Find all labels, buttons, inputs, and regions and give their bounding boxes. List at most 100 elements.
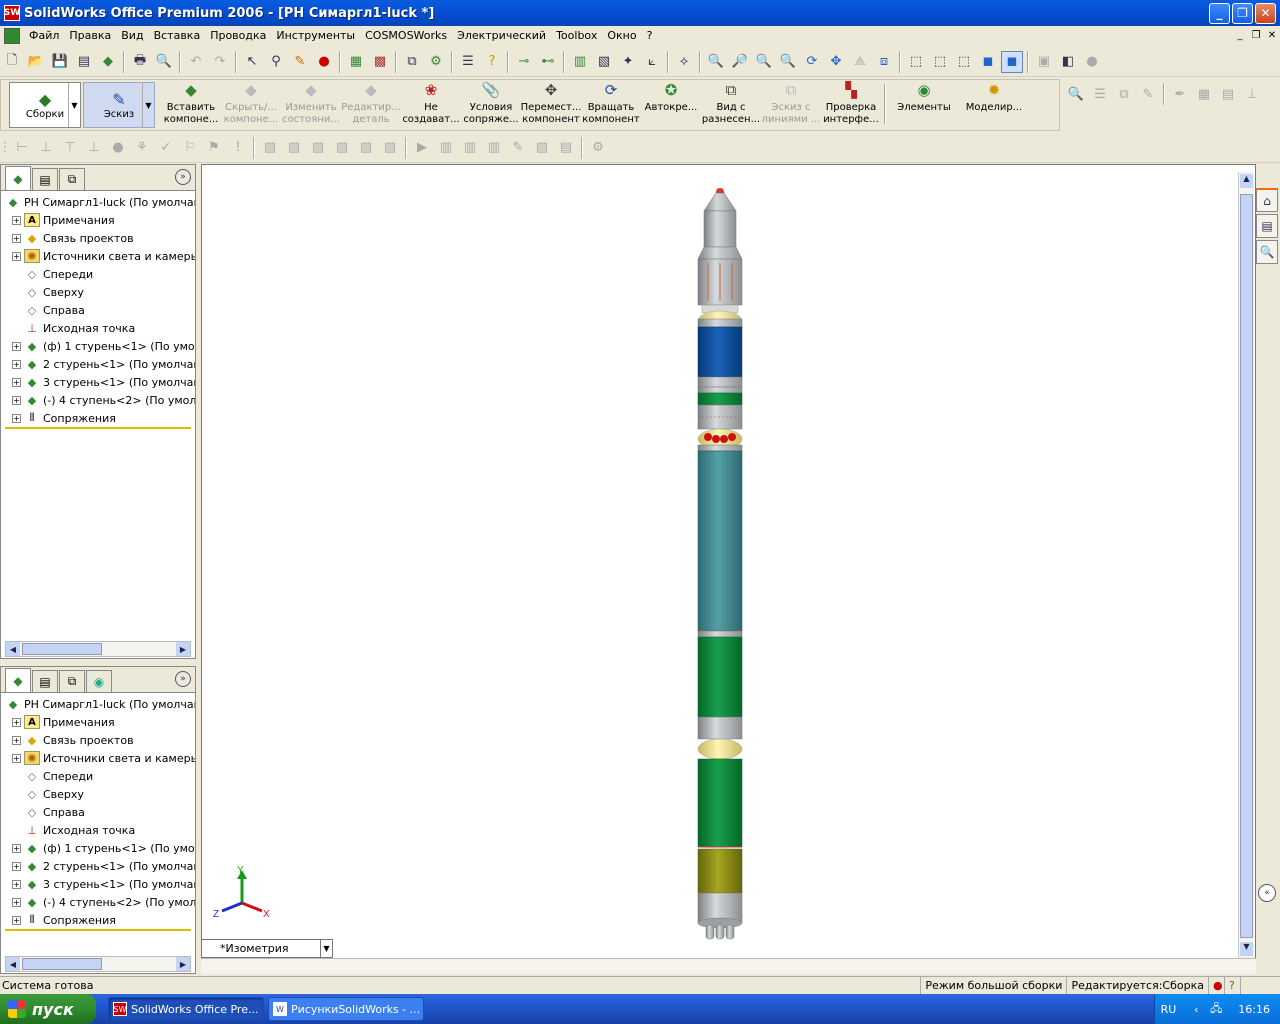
drawing-view-4-icon[interactable]: ▧ bbox=[331, 137, 353, 159]
print-icon[interactable]: 🖶 bbox=[129, 51, 151, 73]
expand-icon[interactable]: + bbox=[12, 735, 21, 745]
menu-routing[interactable]: Проводка bbox=[205, 29, 271, 42]
dimension-ordinate-icon[interactable]: ⊥ bbox=[83, 137, 105, 159]
menu-tools[interactable]: Инструменты bbox=[271, 29, 360, 42]
stage-4-ring[interactable] bbox=[697, 386, 743, 394]
document-icon[interactable] bbox=[4, 27, 20, 44]
tree-item-mates[interactable]: + ⫴ Сопряжения bbox=[1, 409, 195, 427]
expand-icon[interactable]: + bbox=[12, 717, 21, 727]
mate-button[interactable]: 📎 Условия сопряже... bbox=[461, 80, 521, 128]
dimension-icon[interactable]: ⊢ bbox=[11, 137, 33, 159]
scroll-down-icon[interactable]: ▼ bbox=[1240, 942, 1253, 956]
scroll-thumb[interactable] bbox=[22, 958, 102, 970]
menu-electrical[interactable]: Электрический bbox=[452, 29, 551, 42]
expand-icon[interactable]: + bbox=[12, 341, 21, 351]
balloon-icon[interactable]: ⚐ bbox=[179, 137, 201, 159]
tree-item-stage-2[interactable]: + ◆ 2 стурень<1> (По умолчани bbox=[1, 857, 195, 875]
list-icon[interactable]: ☰ bbox=[1089, 83, 1111, 105]
tab-sketch[interactable]: ✎ Эскиз ▼ bbox=[83, 82, 155, 128]
tree-item-right-plane[interactable]: ◇ Справа bbox=[1, 803, 195, 821]
tree-item-design-binder[interactable]: + ◆ Связь проектов bbox=[1, 731, 195, 749]
menu-view[interactable]: Вид bbox=[116, 29, 148, 42]
menu-edit[interactable]: Правка bbox=[64, 29, 116, 42]
stamp-icon[interactable]: ⊥ bbox=[1241, 83, 1263, 105]
engine-nozzle[interactable] bbox=[720, 435, 728, 443]
configuration-icon[interactable]: ⧉ bbox=[401, 51, 423, 73]
maximize-button[interactable]: ❐ bbox=[1232, 2, 1253, 24]
tree-item-stage-4[interactable]: + ◆ (-) 4 ступень<2> (По умолча bbox=[1, 893, 195, 911]
expand-icon[interactable]: + bbox=[12, 377, 21, 387]
view-3d-icon[interactable]: ⟁ bbox=[849, 51, 871, 73]
tray-expand-icon[interactable]: ‹ bbox=[1188, 1001, 1204, 1017]
engine-nozzle[interactable] bbox=[728, 433, 736, 441]
brick-icon[interactable]: ▩ bbox=[369, 51, 391, 73]
tree-item-stage-1[interactable]: + ◆ (ф) 1 стурень<1> (По умолч bbox=[1, 337, 195, 355]
section-view-icon[interactable]: ◧ bbox=[1057, 51, 1079, 73]
undo-icon[interactable]: ↶ bbox=[185, 51, 207, 73]
wizard-icon[interactable]: ✦ bbox=[617, 51, 639, 73]
paint-icon[interactable]: ▨ bbox=[531, 137, 553, 159]
print-preview-icon[interactable]: ▤ bbox=[73, 51, 95, 73]
no-external-refs-button[interactable]: ❀ Не создават... bbox=[401, 80, 461, 128]
bottom-nozzle[interactable] bbox=[715, 924, 725, 940]
expand-icon[interactable]: + bbox=[12, 879, 21, 889]
fairing-cone[interactable] bbox=[697, 246, 743, 260]
tree-item-stage-3[interactable]: + ◆ 3 стурень<1> (По умолчани bbox=[1, 373, 195, 391]
tree-item-top-plane[interactable]: ◇ Сверху bbox=[1, 785, 195, 803]
menu-window[interactable]: Окно bbox=[602, 29, 641, 42]
smart-fasteners-button[interactable]: ✪ Автокре... bbox=[641, 80, 701, 128]
tab-property-manager[interactable]: ▤ bbox=[32, 670, 58, 692]
simulation-button[interactable]: ✹ Моделир... bbox=[959, 80, 1029, 128]
expand-icon[interactable]: + bbox=[12, 215, 21, 225]
search-icon[interactable]: 🔍 bbox=[1065, 83, 1087, 105]
zoom-area-icon[interactable]: 🔎 bbox=[729, 51, 751, 73]
drawing-view-2-icon[interactable]: ▧ bbox=[283, 137, 305, 159]
edit-icon[interactable]: ✎ bbox=[1137, 83, 1159, 105]
scroll-right-icon[interactable]: ▶ bbox=[176, 957, 190, 971]
horizontal-scrollbar[interactable]: ◀ ▶ bbox=[5, 641, 191, 657]
stage-4-blue-tank[interactable] bbox=[697, 326, 743, 378]
features-button[interactable]: ◉ Элементы bbox=[889, 80, 959, 128]
stage-1-olive-section[interactable] bbox=[697, 848, 743, 894]
line-tool-alt-icon[interactable]: ⊷ bbox=[537, 51, 559, 73]
dimension-vertical-icon[interactable]: ⊥ bbox=[35, 137, 57, 159]
tree-root[interactable]: ◆ РН Симаргл1-luck (По умолчанию bbox=[1, 695, 195, 713]
rebuild-status-icon[interactable]: ● bbox=[1208, 977, 1224, 994]
tree-item-lights-cameras[interactable]: + ✺ Источники света и камеры bbox=[1, 749, 195, 767]
hidden-lines-removed-icon[interactable]: ⬚ bbox=[953, 51, 975, 73]
design-library-icon[interactable]: ▤ bbox=[1256, 214, 1278, 238]
upper-stage-collar[interactable] bbox=[697, 318, 743, 328]
zoom-selection-icon[interactable]: 🔍 bbox=[777, 51, 799, 73]
scroll-left-icon[interactable]: ◀ bbox=[6, 642, 20, 656]
stage-2-bottom-ring[interactable] bbox=[697, 630, 743, 638]
tree-item-annotations[interactable]: + A Примечания bbox=[1, 211, 195, 229]
pan-icon[interactable]: ✥ bbox=[825, 51, 847, 73]
expand-icon[interactable]: + bbox=[12, 897, 21, 907]
rocket-model[interactable]: Y X Z bbox=[202, 165, 1255, 973]
scroll-right-icon[interactable]: ▶ bbox=[176, 642, 190, 656]
expand-icon[interactable]: + bbox=[12, 233, 21, 243]
taskbar-item-solidworks[interactable]: SW SolidWorks Office Pre... bbox=[108, 997, 264, 1021]
scroll-thumb[interactable] bbox=[22, 643, 102, 655]
settings-icon[interactable]: ⚙ bbox=[587, 137, 609, 159]
expand-icon[interactable]: + bbox=[12, 843, 21, 853]
brush-icon[interactable]: ✎ bbox=[507, 137, 529, 159]
layers-icon[interactable]: ▤ bbox=[555, 137, 577, 159]
preview-icon[interactable]: 🔍 bbox=[153, 51, 175, 73]
chevron-down-icon[interactable]: ▼ bbox=[68, 83, 80, 127]
home-icon[interactable]: ⌂ bbox=[1256, 188, 1278, 212]
traffic-light-icon[interactable]: ● bbox=[313, 51, 335, 73]
copy-icon[interactable]: ⧉ bbox=[1113, 83, 1135, 105]
drawing-view-3-icon[interactable]: ▧ bbox=[307, 137, 329, 159]
expand-icon[interactable]: + bbox=[12, 861, 21, 871]
menu-help[interactable]: ? bbox=[642, 29, 658, 42]
mdi-restore-icon[interactable]: ❐ bbox=[1248, 30, 1264, 41]
help-icon[interactable]: ? bbox=[1224, 977, 1240, 994]
zoom-in-out-icon[interactable]: 🔍 bbox=[753, 51, 775, 73]
expand-icon[interactable]: + bbox=[12, 753, 21, 763]
drawing-view-1-icon[interactable]: ▧ bbox=[259, 137, 281, 159]
rotate-view-icon[interactable]: ⟳ bbox=[801, 51, 823, 73]
scroll-up-icon[interactable]: ▲ bbox=[1240, 174, 1253, 188]
measure-icon[interactable]: ⟡ bbox=[673, 51, 695, 73]
select-filter-icon[interactable]: ⚲ bbox=[265, 51, 287, 73]
